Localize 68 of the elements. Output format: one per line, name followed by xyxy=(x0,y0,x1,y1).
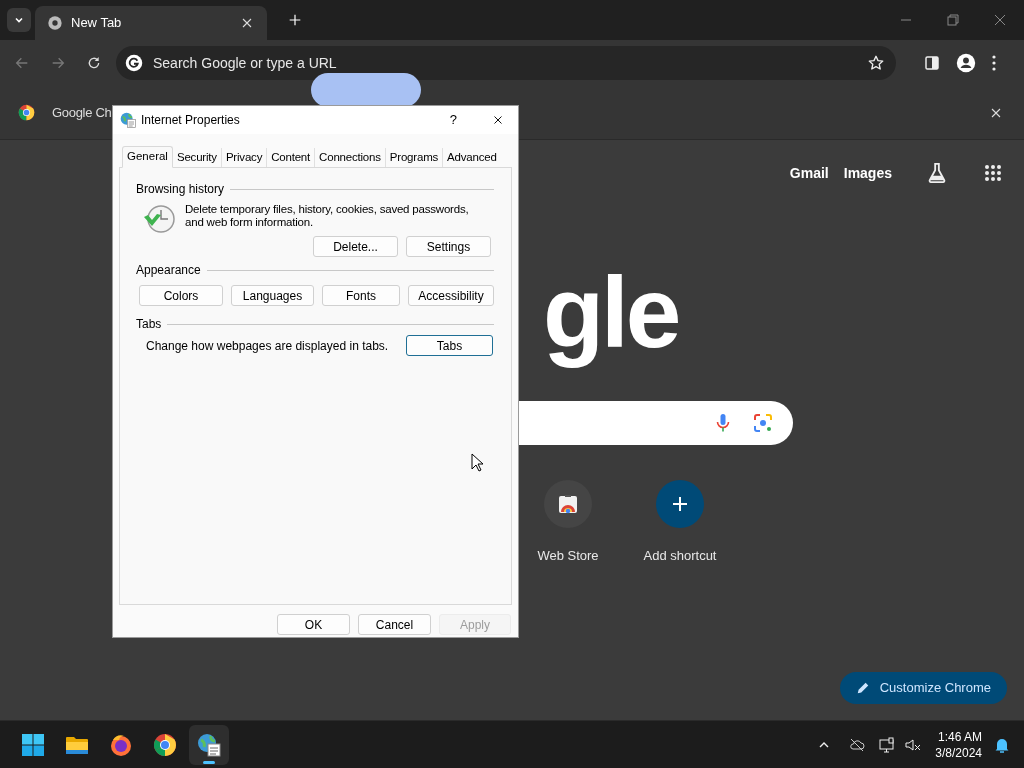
description-text: Delete temporary files, history, cookies, saved passwords, and web form information. xyxy=(185,203,470,229)
add-shortcut-button[interactable] xyxy=(656,480,704,528)
browser-tab[interactable]: New Tab xyxy=(35,6,267,40)
dialog-button[interactable]: Languages xyxy=(231,285,314,306)
shortcut-label[interactable]: Web Store xyxy=(537,546,599,566)
firefox-icon xyxy=(109,732,133,757)
globe-icon xyxy=(47,15,63,31)
bell-icon[interactable] xyxy=(994,736,1010,753)
group-heading: Browsing history xyxy=(136,181,225,198)
shortcut-label[interactable]: Add shortcut xyxy=(643,546,717,566)
chrome-logo-icon xyxy=(18,104,35,121)
dialog-button[interactable]: Settings xyxy=(406,236,491,257)
tab-search-button[interactable] xyxy=(7,8,31,32)
back-icon[interactable] xyxy=(14,55,30,71)
restore-icon[interactable] xyxy=(947,14,959,26)
plus-icon xyxy=(672,496,688,512)
group-heading: Appearance xyxy=(136,262,201,279)
dialog-button: Apply xyxy=(439,614,511,635)
group-heading: Tabs xyxy=(136,316,162,333)
side-panel-icon[interactable] xyxy=(924,55,940,71)
dialog-button[interactable]: Colors xyxy=(139,285,223,306)
microphone-icon[interactable] xyxy=(715,413,731,433)
infobar-button[interactable] xyxy=(311,72,422,107)
google-logo: gle xyxy=(543,255,679,370)
clock-time[interactable]: 1:46 AM xyxy=(937,728,982,745)
tab-title: New Tab xyxy=(71,14,123,33)
globe-document-icon xyxy=(120,112,136,128)
dialog-button[interactable]: OK xyxy=(277,614,350,635)
apps-grid-icon[interactable] xyxy=(984,164,1002,182)
help-button[interactable]: ? xyxy=(449,110,457,130)
mouse-cursor-icon xyxy=(471,453,484,473)
dialog-button[interactable]: Fonts xyxy=(322,285,400,306)
star-icon[interactable] xyxy=(867,54,885,72)
globe-document-icon xyxy=(197,732,221,757)
address-placeholder: Search Google or type a URL xyxy=(153,53,338,73)
taskbar-app[interactable] xyxy=(189,724,229,765)
google-logo-icon xyxy=(125,54,143,72)
shortcut-tile[interactable] xyxy=(544,480,592,528)
header-link[interactable]: Gmail xyxy=(789,162,829,184)
address-bar[interactable]: Search Google or type a URL xyxy=(116,46,896,80)
dialog-tab[interactable]: General xyxy=(122,146,173,168)
reload-icon[interactable] xyxy=(86,55,102,71)
flask-icon[interactable] xyxy=(926,162,948,184)
header-link[interactable]: Images xyxy=(843,162,892,184)
web-store-icon xyxy=(556,492,580,516)
dialog-button[interactable]: Delete... xyxy=(313,236,398,257)
menu-icon[interactable] xyxy=(992,55,996,71)
windows-logo-icon xyxy=(21,732,45,757)
chrome-logo-icon xyxy=(153,732,177,757)
forward-icon[interactable] xyxy=(50,55,66,71)
new-tab-icon[interactable] xyxy=(287,12,303,28)
dialog-button[interactable]: Tabs xyxy=(406,335,493,356)
description-text: Change how webpages are displayed in tabs. xyxy=(146,337,390,355)
close-window-icon[interactable] xyxy=(994,14,1006,26)
dialog-button[interactable]: Accessibility xyxy=(408,285,494,306)
camera-lens-icon[interactable] xyxy=(753,413,773,433)
customize-chrome-button[interactable]: Customize Chrome xyxy=(839,671,1007,704)
dialog-button[interactable]: Cancel xyxy=(358,614,431,635)
cloud-off-icon[interactable] xyxy=(849,736,866,753)
volume-muted-icon[interactable] xyxy=(905,736,922,753)
profile-icon[interactable] xyxy=(956,53,976,73)
pencil-icon xyxy=(855,680,870,695)
clock-date[interactable]: 3/8/2024 xyxy=(935,744,982,761)
clock-arrow-icon xyxy=(142,203,176,235)
monitor-icon[interactable] xyxy=(879,736,896,753)
infobar-message: Google Ch xyxy=(52,103,112,122)
dialog-tab[interactable]: Advanced xyxy=(443,148,501,167)
dialog-title: Internet Properties xyxy=(141,112,241,129)
